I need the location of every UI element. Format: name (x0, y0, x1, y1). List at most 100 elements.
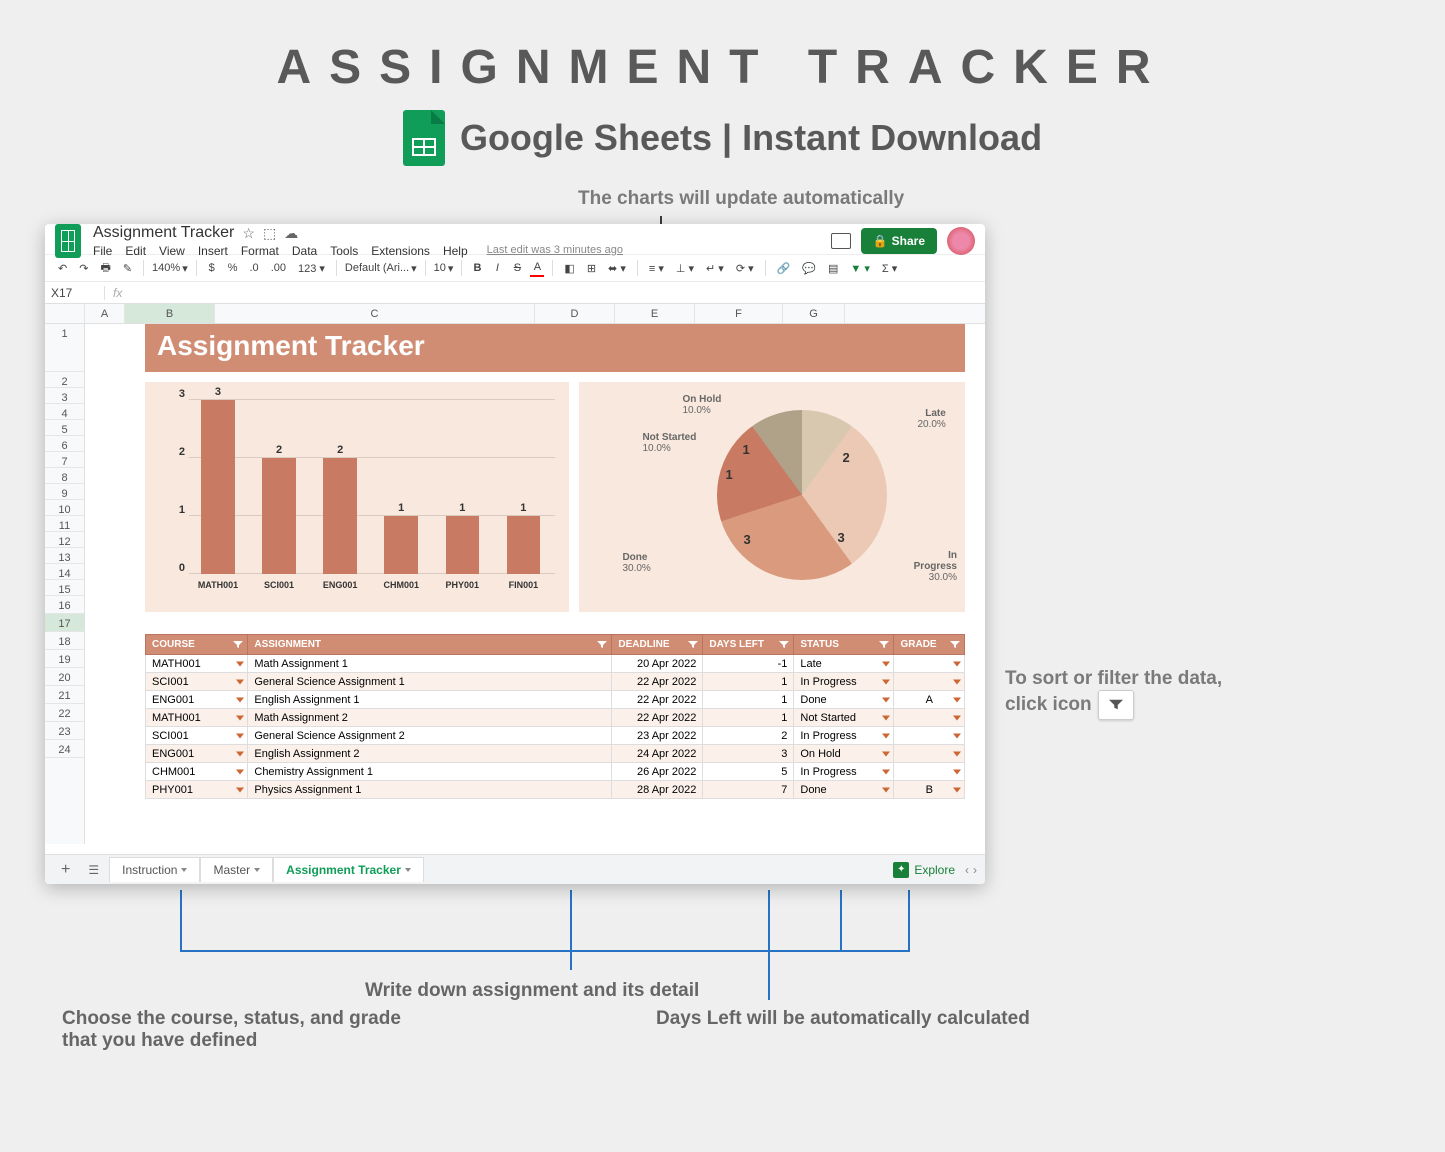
dropdown-icon[interactable] (953, 751, 961, 756)
row-header-12[interactable]: 12 (45, 532, 84, 548)
cell[interactable]: MATH001 (146, 655, 248, 673)
cell[interactable]: B (894, 781, 965, 799)
filter-icon[interactable]: ▼ ▾ (847, 260, 872, 277)
col-header-D[interactable]: D (535, 304, 615, 323)
formula-input[interactable]: fx (105, 286, 130, 300)
row-header-21[interactable]: 21 (45, 686, 84, 704)
cell[interactable] (894, 709, 965, 727)
cell[interactable]: In Progress (794, 673, 894, 691)
scroll-left-icon[interactable]: ‹ (965, 863, 969, 877)
valign-icon[interactable]: ⊥ ▾ (673, 260, 697, 277)
cell[interactable]: PHY001 (146, 781, 248, 799)
filter-icon[interactable] (879, 641, 889, 649)
dropdown-icon[interactable] (953, 679, 961, 684)
row-header-24[interactable]: 24 (45, 740, 84, 758)
wrap-icon[interactable]: ↵ ▾ (703, 260, 727, 277)
cell[interactable] (894, 727, 965, 745)
dropdown-icon[interactable] (882, 679, 890, 684)
dropdown-icon[interactable] (236, 661, 244, 666)
row-header-18[interactable]: 18 (45, 632, 84, 650)
cell[interactable]: Done (794, 691, 894, 709)
col-days-left[interactable]: DAYS LEFT (703, 635, 794, 655)
paint-format-icon[interactable]: ✎ (120, 260, 135, 277)
menu-help[interactable]: Help (443, 244, 468, 258)
fill-color-icon[interactable]: ◧ (561, 260, 577, 277)
row-header-1[interactable]: 1 (45, 324, 84, 372)
cell[interactable] (894, 763, 965, 781)
last-edit-link[interactable]: Last edit was 3 minutes ago (487, 244, 623, 258)
dropdown-icon[interactable] (882, 787, 890, 792)
cell[interactable]: Chemistry Assignment 1 (248, 763, 612, 781)
filter-icon[interactable] (597, 641, 607, 649)
percent-icon[interactable]: % (225, 260, 241, 276)
dropdown-icon[interactable] (882, 697, 890, 702)
decimal-inc-icon[interactable]: .00 (268, 260, 289, 276)
menu-data[interactable]: Data (292, 244, 317, 258)
row-header-5[interactable]: 5 (45, 420, 84, 436)
sheets-doc-icon[interactable] (55, 224, 81, 258)
menu-insert[interactable]: Insert (198, 244, 228, 258)
chart-icon[interactable]: ▤ (825, 260, 841, 277)
menu-extensions[interactable]: Extensions (371, 244, 430, 258)
text-color-icon[interactable]: A (530, 259, 544, 277)
col-assignment[interactable]: ASSIGNMENT (248, 635, 612, 655)
bar-chart[interactable]: 0123 3MATH0012SCI0012ENG0011CHM0011PHY00… (145, 382, 569, 612)
currency-icon[interactable]: $ (205, 260, 219, 276)
col-course[interactable]: COURSE (146, 635, 248, 655)
name-box[interactable]: X17 (45, 286, 105, 300)
dropdown-icon[interactable] (236, 697, 244, 702)
pie-chart[interactable]: On Hold10.0%1Not Started10.0%1Done30.0%3… (579, 382, 965, 612)
row-header-20[interactable]: 20 (45, 668, 84, 686)
row-header-7[interactable]: 7 (45, 452, 84, 468)
cloud-icon[interactable]: ☁ (284, 225, 298, 242)
col-header-F[interactable]: F (695, 304, 783, 323)
col-header-E[interactable]: E (615, 304, 695, 323)
cell[interactable]: Done (794, 781, 894, 799)
tab-assignment-tracker[interactable]: Assignment Tracker (273, 857, 424, 882)
cell[interactable]: Late (794, 655, 894, 673)
dropdown-icon[interactable] (953, 661, 961, 666)
col-header-A[interactable]: A (85, 304, 125, 323)
undo-icon[interactable]: ↶ (55, 260, 70, 277)
menu-tools[interactable]: Tools (330, 244, 358, 258)
dropdown-icon[interactable] (236, 769, 244, 774)
all-sheets-button[interactable]: ☰ (82, 859, 105, 881)
row-header-10[interactable]: 10 (45, 500, 84, 516)
dropdown-icon[interactable] (236, 787, 244, 792)
dropdown-icon[interactable] (236, 733, 244, 738)
move-icon[interactable]: ⬚ (263, 225, 276, 242)
cell[interactable]: A (894, 691, 965, 709)
explore-button[interactable]: ✦Explore (893, 862, 955, 878)
cell[interactable]: On Hold (794, 745, 894, 763)
filter-icon[interactable] (950, 641, 960, 649)
row-header-4[interactable]: 4 (45, 404, 84, 420)
functions-icon[interactable]: Σ ▾ (879, 260, 900, 277)
dropdown-icon[interactable] (953, 733, 961, 738)
borders-icon[interactable]: ⊞ (584, 260, 599, 277)
cell[interactable]: English Assignment 1 (248, 691, 612, 709)
dropdown-icon[interactable] (953, 715, 961, 720)
row-header-13[interactable]: 13 (45, 548, 84, 564)
dropdown-icon[interactable] (953, 697, 961, 702)
redo-icon[interactable]: ↷ (76, 260, 91, 277)
tab-menu-icon[interactable] (254, 868, 260, 872)
col-header-G[interactable]: G (783, 304, 845, 323)
cell[interactable]: General Science Assignment 2 (248, 727, 612, 745)
row-header-8[interactable]: 8 (45, 468, 84, 484)
cell[interactable]: SCI001 (146, 673, 248, 691)
cell[interactable]: Not Started (794, 709, 894, 727)
cell[interactable]: ENG001 (146, 745, 248, 763)
filter-icon[interactable] (233, 641, 243, 649)
row-header-19[interactable]: 19 (45, 650, 84, 668)
cell[interactable]: Math Assignment 2 (248, 709, 612, 727)
dropdown-icon[interactable] (236, 751, 244, 756)
filter-icon[interactable] (688, 641, 698, 649)
tab-master[interactable]: Master (200, 857, 273, 882)
row-header-14[interactable]: 14 (45, 564, 84, 580)
row-header-16[interactable]: 16 (45, 596, 84, 614)
add-sheet-button[interactable]: + (53, 857, 78, 883)
cell[interactable]: Math Assignment 1 (248, 655, 612, 673)
cell[interactable]: General Science Assignment 1 (248, 673, 612, 691)
bold-icon[interactable]: B (470, 260, 484, 276)
dropdown-icon[interactable] (236, 715, 244, 720)
